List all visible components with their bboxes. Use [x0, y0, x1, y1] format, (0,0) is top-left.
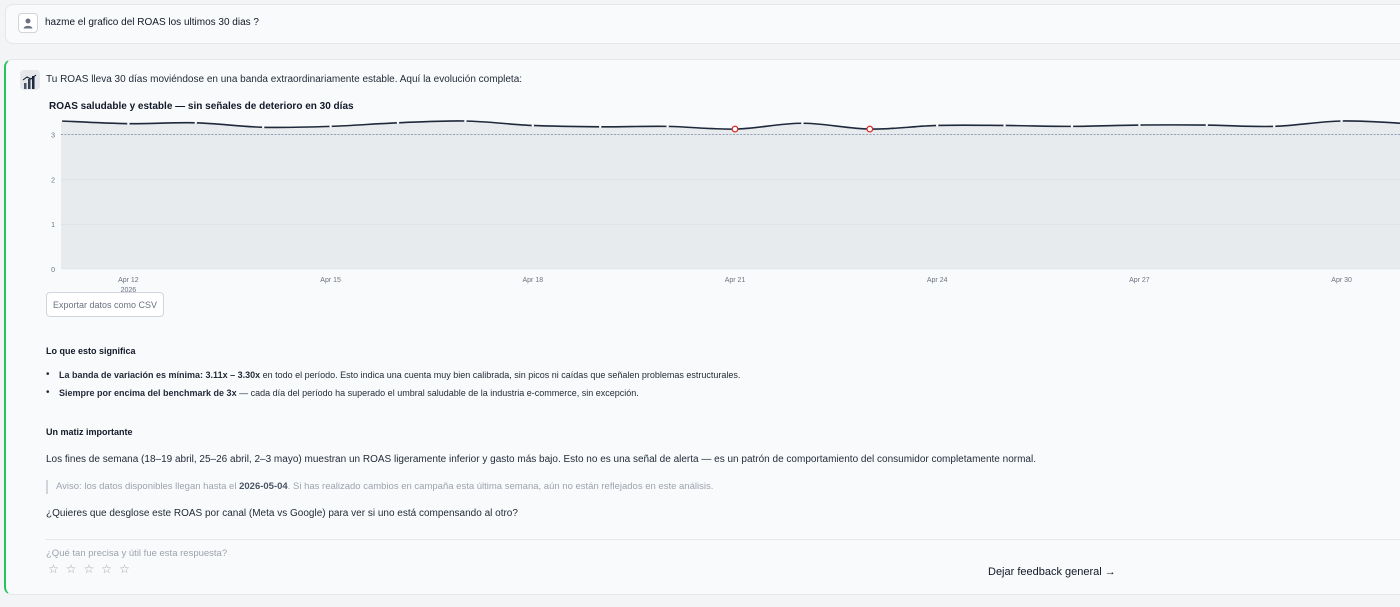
section-heading-nuance: Un matiz importante: [46, 427, 133, 437]
x-tick-label: Apr 21: [725, 277, 746, 284]
y-tick-label: 2: [51, 177, 55, 184]
x-tick-label: Apr 12: [118, 277, 139, 284]
user-message: hazme el grafico del ROAS los ultimos 30…: [5, 4, 1400, 44]
insight-list: La banda de variación es mínima: 3.11x –…: [46, 369, 740, 405]
bullet-bold: Siempre por encima del benchmark de 3x: [59, 388, 237, 398]
data-point: [666, 125, 669, 128]
data-point: [1138, 123, 1141, 127]
data-point: [396, 121, 400, 124]
x-tick-label: Apr 24: [927, 277, 948, 284]
divider: [46, 539, 1400, 540]
general-feedback-link[interactable]: Dejar feedback general →: [988, 566, 1116, 578]
assistant-intro: Tu ROAS lleva 30 días moviéndose en una …: [46, 74, 523, 85]
weekend-paragraph: Los fines de semana (18–19 abril, 25–26 …: [46, 454, 1036, 465]
chart-title: ROAS saludable y estable — sin señales d…: [49, 101, 354, 112]
bullet-text: en todo el período. Esto indica una cuen…: [260, 370, 741, 380]
star-icon[interactable]: ☆: [119, 562, 130, 576]
y-tick-label: 1: [51, 222, 55, 229]
bullet-bold: La banda de variación es mínima: 3.11x –…: [59, 370, 261, 380]
user-message-text: hazme el grafico del ROAS los ultimos 30…: [45, 17, 259, 28]
star-icon[interactable]: ☆: [66, 562, 77, 576]
data-point: [1340, 119, 1343, 123]
rating-stars: ☆ ☆ ☆ ☆ ☆: [48, 562, 130, 576]
assistant-message: Tu ROAS lleva 30 días moviéndose en una …: [4, 59, 1400, 595]
list-item: La banda de variación es mínima: 3.11x –…: [46, 369, 740, 387]
data-point: [801, 122, 804, 125]
bar-chart-bot-icon: [20, 70, 40, 90]
star-icon[interactable]: ☆: [84, 562, 95, 576]
data-point: [936, 124, 939, 127]
notice-text: Aviso: los datos disponibles llegan hast…: [56, 481, 240, 492]
roas-chart-svg: ROAS saludable y estable — sin señales d…: [49, 101, 1400, 305]
data-point: [464, 119, 467, 123]
data-notice: Aviso: los datos disponibles llegan hast…: [46, 480, 713, 494]
data-point: [127, 122, 130, 125]
data-point: [1273, 125, 1276, 128]
bullet-text: — cada día del período ha superado el um…: [236, 388, 639, 398]
list-item: Siempre por encima del benchmark de 3x —…: [46, 387, 740, 405]
feedback-question: ¿Qué tan precisa y útil fue esta respues…: [46, 548, 228, 559]
x-tick-label: Apr 30: [1331, 277, 1352, 284]
data-point: [531, 124, 534, 127]
export-csv-button[interactable]: Exportar datos como CSV: [46, 292, 164, 317]
notice-text: . Si has realizado cambios en campaña es…: [287, 481, 714, 492]
data-point: [1205, 123, 1209, 127]
star-icon[interactable]: ☆: [101, 562, 112, 576]
star-icon[interactable]: ☆: [48, 562, 59, 576]
data-point: [194, 121, 197, 124]
chart-area: [61, 121, 1400, 269]
highlight-point: [731, 125, 739, 133]
x-tick-label: Apr 15: [320, 277, 341, 284]
data-point: [329, 125, 332, 128]
x-tick-label: Apr 18: [522, 277, 543, 284]
data-point: [1003, 124, 1006, 127]
y-tick-label: 0: [51, 267, 55, 274]
data-point: [59, 119, 63, 123]
highlight-point: [866, 125, 874, 133]
data-point: [1070, 125, 1074, 128]
roas-chart: ROAS saludable y estable — sin señales d…: [20, 98, 1400, 318]
followup-question: ¿Quieres que desglose este ROAS por cana…: [46, 508, 518, 519]
data-point: [262, 126, 265, 129]
data-point: [599, 125, 602, 129]
x-tick-label: Apr 27: [1129, 277, 1150, 284]
section-heading-meaning: Lo que esto significa: [46, 346, 136, 356]
notice-date: 2026-05-04: [239, 481, 288, 492]
user-avatar-icon: [18, 13, 38, 33]
y-tick-label: 3: [51, 132, 55, 139]
